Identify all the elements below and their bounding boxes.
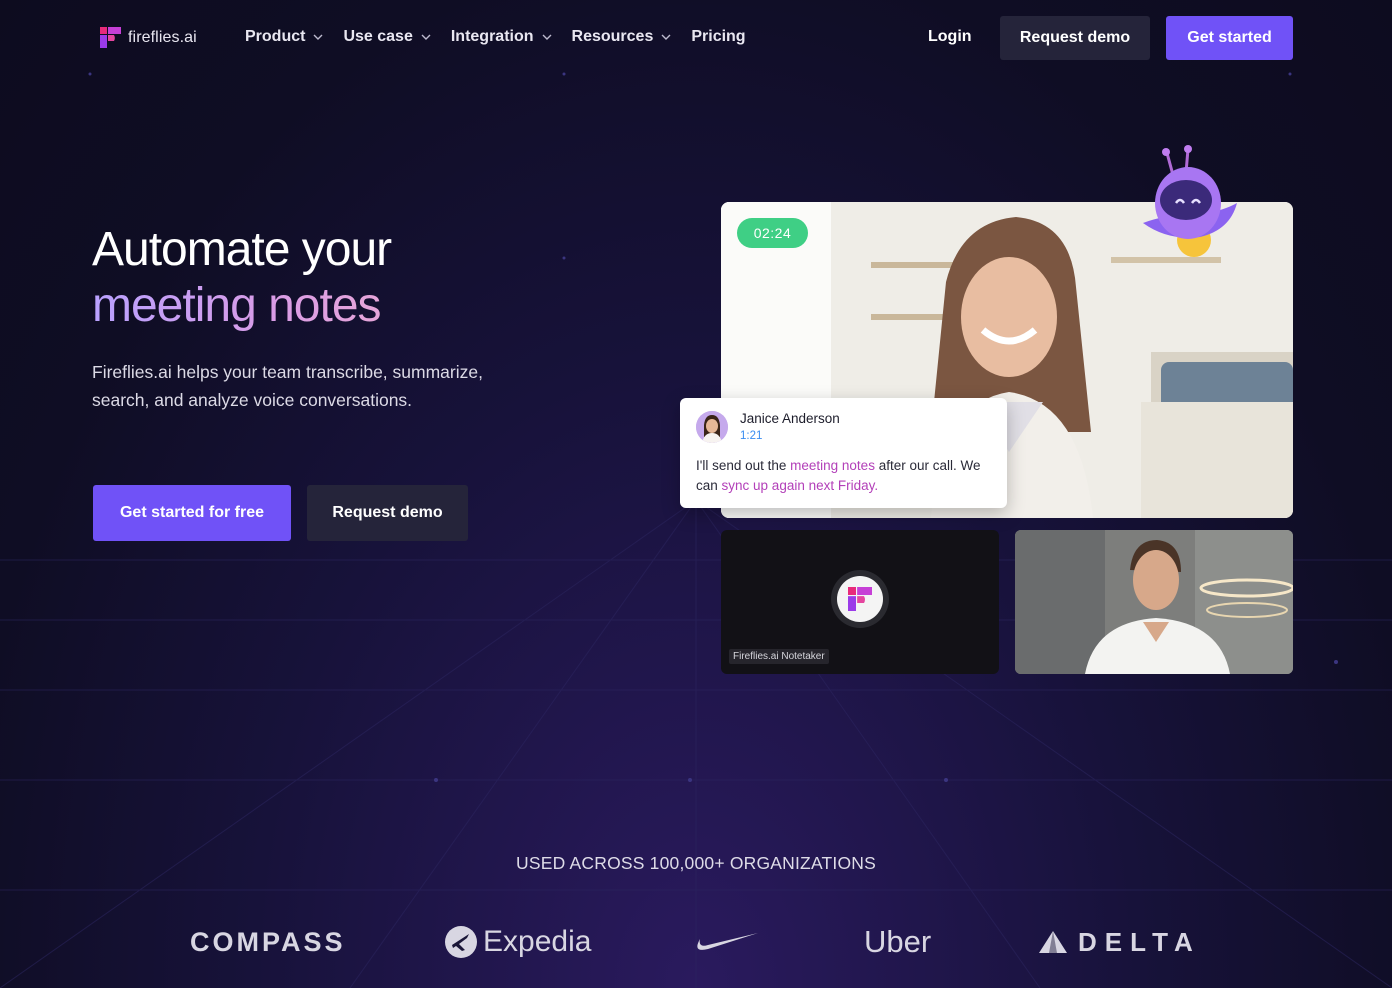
hero-request-demo-button[interactable]: Request demo [307,485,468,541]
chevron-down-icon [661,34,671,40]
speaker-name: Janice Anderson [740,411,840,426]
nav-links: Product Use case Integration Resources P… [245,28,766,46]
top-navigation: fireflies.ai Product Use case Integratio… [0,16,1392,60]
nike-logo [694,922,760,962]
speaker-avatar-image [696,411,728,443]
logo-text: fireflies.ai [128,28,197,46]
hero-subtitle: Fireflies.ai helps your team transcribe,… [92,362,483,410]
nav-item-label: Pricing [691,28,746,45]
nav-item-product[interactable]: Product [245,28,323,46]
nav-item-label: Use case [343,28,413,45]
transcript-part: I'll send out the [696,458,791,473]
request-demo-button[interactable]: Request demo [1000,16,1150,60]
meeting-timer-badge: 02:24 [737,218,808,248]
robot-mascot-icon [1143,145,1237,257]
chevron-down-icon [313,34,323,40]
login-link[interactable]: Login [928,28,972,46]
avatar [696,411,728,443]
fireflies-logo-icon [848,587,872,611]
fireflies-logo-icon [100,27,121,48]
nav-item-label: Product [245,28,306,45]
hero-title-line1: Automate your [92,223,392,276]
nav-item-label: Resources [571,28,654,45]
get-started-button[interactable]: Get started [1166,16,1293,60]
chevron-down-icon [421,34,431,40]
delta-wordmark: DELTA [1078,926,1201,957]
notetaker-label: Fireflies.ai Notetaker [729,649,829,664]
participant-video-tile [1015,530,1293,674]
notetaker-avatar [831,570,889,628]
delta-widget-icon [1039,931,1067,953]
notetaker-video-tile: Fireflies.ai Notetaker [721,530,999,674]
nav-item-resources[interactable]: Resources [572,28,672,46]
nav-item-label: Integration [450,28,534,45]
expedia-wordmark: Expedia [483,925,592,958]
nav-item-integration[interactable]: Integration [451,28,552,46]
expedia-logo: Expedia [445,922,591,962]
nav-item-pricing[interactable]: Pricing [691,28,745,46]
organizations-heading: USED ACROSS 100,000+ ORGANIZATIONS [516,853,876,873]
transcript-text: I'll send out the meeting notes after ou… [696,456,996,496]
uber-logo: Uber [864,924,932,959]
speaker-timestamp: 1:21 [740,430,763,442]
chevron-down-icon [542,34,552,40]
transcript-card: Janice Anderson 1:21 I'll send out the m… [680,398,1007,508]
transcript-highlight[interactable]: sync up again next Friday. [722,478,879,493]
get-started-free-button[interactable]: Get started for free [93,485,291,541]
logo[interactable]: fireflies.ai [100,27,197,48]
nav-item-use-case[interactable]: Use case [343,28,431,46]
nike-swoosh-icon [697,933,758,950]
hero-title: Automate your meeting notes [92,222,392,334]
compass-logo: COMPASS [190,926,346,957]
delta-logo: DELTA [1038,922,1201,962]
transcript-highlight[interactable]: meeting notes [790,458,875,473]
man-video-image [1015,530,1293,674]
hero-title-line2: meeting notes [92,278,391,334]
expedia-plane-icon [445,926,477,958]
